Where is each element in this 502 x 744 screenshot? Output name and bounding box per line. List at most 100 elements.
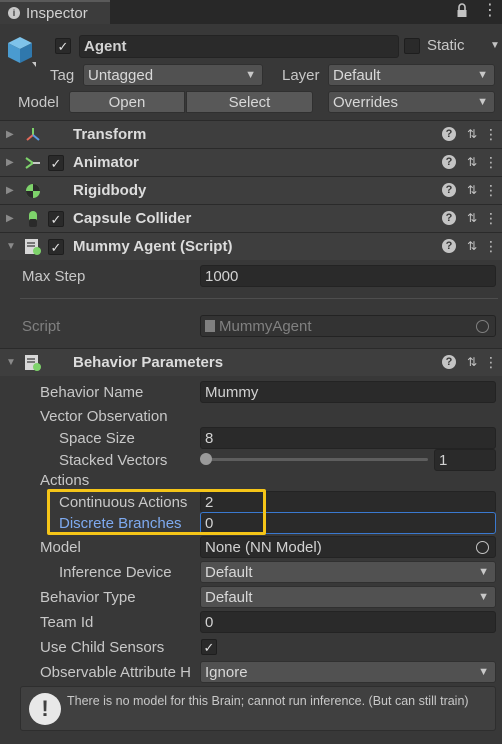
capsule-collider-icon bbox=[24, 210, 42, 228]
preset-icon[interactable]: ⇅ bbox=[465, 239, 479, 253]
observable-attribute-label: Observable Attribute H bbox=[40, 664, 191, 681]
highlight-box bbox=[47, 489, 266, 535]
help-icon[interactable]: ? bbox=[442, 239, 456, 253]
stacked-vectors-field[interactable]: 1 bbox=[434, 449, 496, 471]
more-icon[interactable]: ⋮ bbox=[484, 239, 498, 253]
slider-track bbox=[206, 458, 428, 461]
script-icon bbox=[24, 238, 42, 256]
fold-arrow-icon[interactable]: ▶ bbox=[6, 157, 14, 168]
help-icon[interactable]: ? bbox=[442, 155, 456, 169]
more-icon[interactable]: ⋮ bbox=[484, 355, 498, 369]
rigidbody-icon bbox=[24, 182, 42, 200]
inference-device-label: Inference Device bbox=[59, 564, 172, 581]
use-child-sensors-checkbox[interactable]: ✓ bbox=[201, 639, 217, 655]
static-checkbox[interactable] bbox=[404, 38, 420, 54]
component-title: Animator bbox=[73, 154, 139, 171]
max-step-field[interactable]: 1000 bbox=[200, 265, 496, 287]
layer-label: Layer bbox=[282, 67, 320, 84]
enabled-checkbox[interactable]: ✓ bbox=[48, 155, 64, 171]
info-icon: i bbox=[8, 7, 20, 19]
fold-arrow-icon[interactable]: ▼ bbox=[6, 241, 16, 252]
help-icon[interactable]: ? bbox=[442, 211, 456, 225]
tab-title: Inspector bbox=[26, 4, 88, 22]
fold-arrow-icon[interactable]: ▶ bbox=[6, 185, 14, 196]
fold-arrow-icon[interactable]: ▶ bbox=[6, 213, 14, 224]
active-checkbox[interactable]: ✓ bbox=[55, 38, 71, 54]
stacked-vectors-slider[interactable] bbox=[200, 451, 428, 467]
preset-icon[interactable]: ⇅ bbox=[465, 183, 479, 197]
more-icon[interactable]: ⋮ bbox=[484, 183, 498, 197]
script-field: MummyAgent bbox=[200, 315, 496, 337]
preset-icon[interactable]: ⇅ bbox=[465, 127, 479, 141]
team-id-field[interactable]: 0 bbox=[200, 611, 496, 633]
dropdown-arrow-icon[interactable]: ▼ bbox=[490, 40, 500, 51]
object-picker-icon[interactable] bbox=[476, 320, 489, 333]
help-icon[interactable]: ? bbox=[442, 355, 456, 369]
static-label: Static bbox=[427, 37, 465, 54]
tag-dropdown[interactable]: Untagged ▼ bbox=[83, 64, 263, 86]
more-icon[interactable]: ⋮ bbox=[484, 155, 498, 169]
overrides-dropdown[interactable]: Overrides ▼ bbox=[328, 91, 495, 113]
preset-icon[interactable]: ⇅ bbox=[465, 155, 479, 169]
fold-arrow-icon[interactable]: ▼ bbox=[6, 357, 16, 368]
component-rigidbody[interactable]: ▶ Rigidbody ? ⇅ ⋮ bbox=[0, 176, 502, 204]
divider bbox=[20, 298, 498, 299]
gameobject-icon bbox=[6, 34, 40, 67]
chevron-down-icon: ▼ bbox=[477, 69, 488, 81]
chevron-down-icon: ▼ bbox=[478, 591, 489, 603]
component-animator[interactable]: ▶ ✓ Animator ? ⇅ ⋮ bbox=[0, 148, 502, 176]
component-capsule-collider[interactable]: ▶ ✓ Capsule Collider ? ⇅ ⋮ bbox=[0, 204, 502, 232]
inspector-tab[interactable]: i Inspector bbox=[0, 0, 110, 24]
space-size-label: Space Size bbox=[59, 430, 135, 447]
warning-icon: ! bbox=[29, 693, 61, 725]
slider-thumb[interactable] bbox=[200, 453, 212, 465]
help-icon[interactable]: ? bbox=[442, 183, 456, 197]
actions-label: Actions bbox=[40, 472, 90, 489]
open-button[interactable]: Open bbox=[69, 91, 185, 113]
component-transform[interactable]: ▶ Transform ? ⇅ ⋮ bbox=[0, 120, 502, 148]
vector-observation-label: Vector Observation bbox=[40, 408, 168, 425]
script-file-icon bbox=[205, 320, 215, 332]
select-button[interactable]: Select bbox=[186, 91, 313, 113]
behavior-type-label: Behavior Type bbox=[40, 589, 136, 606]
chevron-down-icon: ▼ bbox=[245, 69, 256, 81]
script-label: Script bbox=[22, 318, 61, 335]
more-menu-icon[interactable]: ⋮ bbox=[482, 2, 498, 20]
chevron-down-icon: ▼ bbox=[478, 666, 489, 678]
chevron-down-icon: ▼ bbox=[477, 96, 488, 108]
component-title: Mummy Agent (Script) bbox=[73, 238, 233, 255]
model-field-label: Model bbox=[40, 539, 81, 556]
space-size-field[interactable]: 8 bbox=[200, 427, 496, 449]
enabled-checkbox[interactable]: ✓ bbox=[48, 211, 64, 227]
stacked-vectors-label: Stacked Vectors bbox=[59, 452, 168, 469]
warning-text: There is no model for this Brain; cannot… bbox=[67, 694, 469, 708]
script-icon bbox=[24, 354, 42, 372]
component-title: Behavior Parameters bbox=[73, 354, 224, 371]
animator-icon bbox=[24, 154, 42, 172]
enabled-checkbox[interactable]: ✓ bbox=[48, 239, 64, 255]
preset-icon[interactable]: ⇅ bbox=[465, 355, 479, 369]
transform-icon bbox=[24, 126, 42, 144]
component-title: Capsule Collider bbox=[73, 210, 192, 227]
tag-label: Tag bbox=[50, 67, 75, 84]
fold-arrow-icon[interactable]: ▶ bbox=[6, 129, 14, 140]
more-icon[interactable]: ⋮ bbox=[484, 211, 498, 225]
component-mummy-agent[interactable]: ▼ ✓ Mummy Agent (Script) ? ⇅ ⋮ bbox=[0, 232, 502, 260]
team-id-label: Team Id bbox=[40, 614, 94, 631]
preset-icon[interactable]: ⇅ bbox=[465, 211, 479, 225]
object-name-field[interactable]: Agent bbox=[79, 35, 399, 58]
object-picker-icon[interactable] bbox=[476, 541, 489, 554]
model-label: Model bbox=[18, 94, 59, 111]
behavior-name-field[interactable]: Mummy bbox=[200, 381, 496, 403]
lock-icon[interactable] bbox=[456, 3, 468, 19]
component-behavior-parameters[interactable]: ▼ Behavior Parameters ? ⇅ ⋮ bbox=[0, 348, 502, 376]
inference-device-dropdown[interactable]: Default ▼ bbox=[200, 561, 496, 583]
more-icon[interactable]: ⋮ bbox=[484, 127, 498, 141]
layer-dropdown[interactable]: Default ▼ bbox=[328, 64, 495, 86]
help-icon[interactable]: ? bbox=[442, 127, 456, 141]
max-step-label: Max Step bbox=[22, 268, 86, 285]
model-field[interactable]: None (NN Model) bbox=[200, 536, 496, 558]
observable-attribute-dropdown[interactable]: Ignore ▼ bbox=[200, 661, 496, 683]
behavior-type-dropdown[interactable]: Default ▼ bbox=[200, 586, 496, 608]
warning-box: ! There is no model for this Brain; cann… bbox=[20, 686, 496, 731]
